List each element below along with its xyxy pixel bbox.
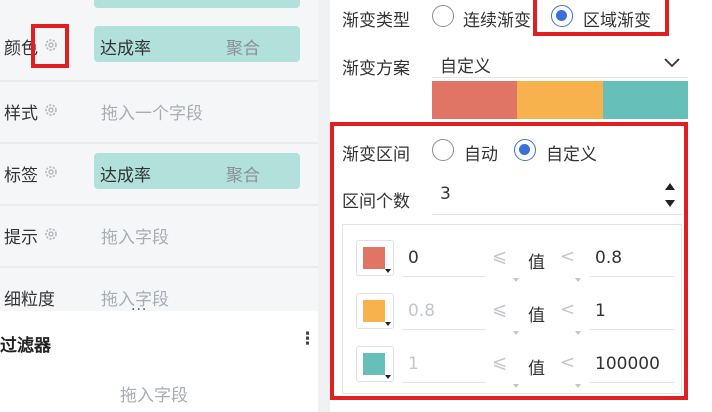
tooltip-label: 提示 [4,228,38,248]
aggregation-label: 聚合 [226,166,260,186]
style-row: 样式 拖入一个字段 [0,83,318,135]
caret-down-icon [575,384,581,388]
caret-down-icon [385,322,391,326]
range-to-input[interactable]: 1 [595,301,606,321]
caret-down-icon [513,278,519,282]
tooltip-drop-zone[interactable]: 拖入字段 [101,223,169,248]
tooltip-settings-gear-icon[interactable] [43,226,59,242]
caret-down-icon [385,375,391,379]
less-than-operator[interactable]: < [560,246,575,267]
more-options-icon[interactable]: ⋮ [299,329,316,349]
range-to-input[interactable]: 100000 [595,354,660,374]
area-gradient-option[interactable]: 区域渐变 [583,6,651,31]
panel-divider[interactable] [318,0,330,412]
color-swatch [363,353,385,375]
range-from-input[interactable]: 0 [408,248,419,268]
style-drop-zone[interactable]: 拖入一个字段 [101,99,203,124]
input-underline [590,329,674,330]
field-name: 达成率 [100,166,151,186]
value-label: 值 [528,253,545,273]
input-underline [402,382,486,383]
gradient-scheme-value: 自定义 [440,57,491,77]
color-row: 颜色 达成率 聚合 [0,20,318,72]
row-divider [0,80,318,82]
radio-custom[interactable] [514,139,536,161]
color-picker-button[interactable] [356,240,394,276]
increment-arrow-icon[interactable] [665,183,675,190]
range-from-input: 0.8 [408,301,436,321]
label-settings-gear-icon[interactable] [43,164,59,180]
range-to-input[interactable]: 0.8 [595,248,622,268]
caret-down-icon [385,269,391,273]
style-settings-gear-icon[interactable] [43,102,59,118]
gradient-color-segment [432,81,518,119]
value-label: 值 [528,359,545,379]
tooltip-row: 提示 拖入字段 [0,206,318,258]
chevron-down-icon [664,58,680,68]
field-name: 达成率 [100,39,151,59]
less-equal-operator[interactable]: ⩽ [492,246,507,267]
less-equal-operator[interactable]: ⩽ [492,352,507,373]
filter-title: 过滤器 [0,336,51,356]
caret-down-icon [575,331,581,335]
gradient-type-label: 渐变类型 [342,11,410,31]
caret-down-icon [513,384,519,388]
label-row: 标签 达成率 聚合 [0,144,318,196]
range-from-input: 1 [408,354,419,374]
input-underline [402,276,486,277]
less-than-operator[interactable]: < [560,299,575,320]
continuous-gradient-option[interactable]: 连续渐变 [463,6,531,31]
previous-field-pill[interactable] [94,0,300,8]
gradient-color-segment [517,81,603,119]
gradient-scheme-select[interactable]: 自定义 [432,48,688,78]
less-equal-operator[interactable]: ⩽ [492,299,507,320]
interval-count-input[interactable]: 3 [440,184,451,204]
decrement-arrow-icon[interactable] [665,200,675,207]
label-label: 标签 [4,166,38,186]
input-underline [590,382,674,383]
radio-auto[interactable] [432,139,454,161]
value-label: 值 [528,306,545,326]
granularity-label: 细粒度 [4,290,55,310]
color-swatch [363,300,385,322]
color-settings-gear-icon[interactable] [43,37,59,53]
style-label: 样式 [4,104,38,124]
custom-option[interactable]: 自定义 [546,140,597,165]
field-config-panel: 颜色 达成率 聚合 样式 拖入一个字段 标签 达成率 聚合 提示 拖入字段 细粒… [0,0,318,412]
color-label: 颜色 [4,39,38,59]
radio-area[interactable] [551,5,573,27]
color-swatch [363,247,385,269]
filter-section: 过滤器 ⋮ 拖入字段 [0,311,318,412]
gradient-color-segment [602,81,688,119]
filter-drop-zone[interactable]: 拖入字段 [120,381,188,406]
caret-down-icon [575,278,581,282]
label-field-pill[interactable]: 达成率 聚合 [94,153,300,189]
aggregation-label: 聚合 [226,39,260,59]
auto-option[interactable]: 自动 [464,140,498,165]
input-underline [402,329,486,330]
color-picker-button[interactable] [356,346,394,382]
input-underline [590,276,674,277]
stepper-underline [432,214,682,215]
gradient-scheme-label: 渐变方案 [342,59,410,79]
interval-count-label: 区间个数 [342,192,410,212]
caret-down-icon [513,331,519,335]
color-field-pill[interactable]: 达成率 聚合 [94,26,300,62]
interval-mode-label: 渐变区间 [342,145,410,165]
radio-continuous[interactable] [432,5,454,27]
color-picker-button[interactable] [356,293,394,329]
less-than-operator[interactable]: < [560,352,575,373]
